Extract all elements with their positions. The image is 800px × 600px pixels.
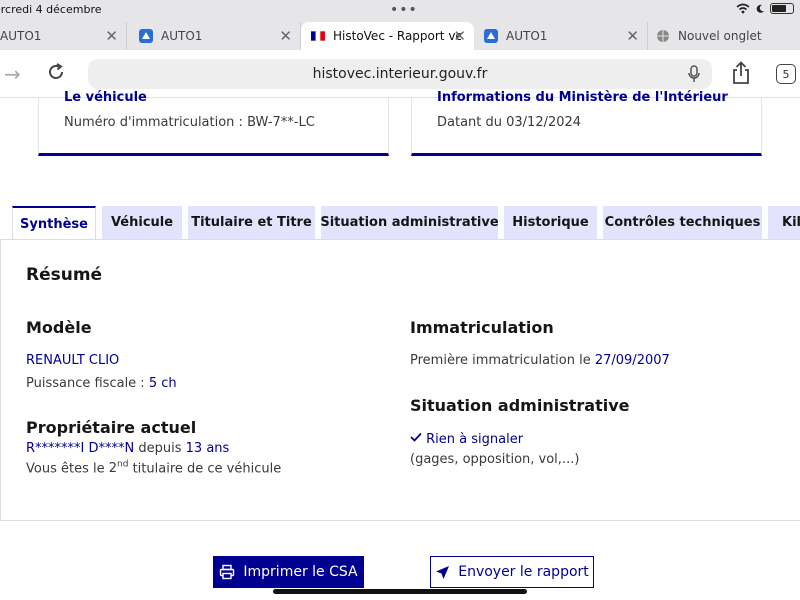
reload-icon[interactable] (46, 62, 66, 87)
tab-kilometrage[interactable]: Kilo (768, 206, 800, 239)
moon-icon (756, 4, 764, 13)
registration-number: Numéro d'immatriculation : BW-7**-LC (64, 115, 315, 130)
auto1-favicon-icon (139, 29, 153, 43)
model-heading: Modèle (26, 318, 92, 337)
auto1-favicon-icon (484, 29, 498, 43)
url-text: histovec.interieur.gouv.fr (312, 66, 488, 82)
tab-historique[interactable]: Historique (504, 206, 597, 239)
model-name: RENAULT CLIO (26, 353, 120, 368)
holder-prefix: Vous êtes le (26, 461, 105, 477)
vehicle-card-title: Le véhicule (64, 90, 147, 105)
report-tabs: Synthèse Véhicule Titulaire et Titre Sit… (0, 206, 800, 240)
ministry-card: Informations du Ministère de l'Intérieur… (411, 90, 762, 156)
multitask-dots-icon[interactable]: ••• (390, 2, 418, 18)
tab-count-button[interactable]: 5 (776, 64, 796, 84)
owner-heading: Propriétaire actuel (26, 418, 197, 437)
tab-vehicule[interactable]: Véhicule (102, 206, 182, 239)
checkmark-icon (410, 432, 422, 442)
status-right (736, 3, 794, 14)
first-registration: Première immatriculation le 27/09/2007 (410, 353, 670, 368)
browser-tab-4[interactable]: AUTO1 ✕ (474, 22, 648, 50)
owner-since-label: depuis (138, 441, 182, 456)
tab-label: AUTO1 (506, 29, 548, 43)
fiscal-power-label: Puissance fiscale : (26, 376, 145, 391)
tab-synthese[interactable]: Synthèse (12, 206, 96, 240)
french-flag-icon (311, 29, 325, 43)
wifi-icon (736, 3, 750, 14)
owner-name: R*******I D****N (26, 441, 135, 456)
browser-tab-bar: AUTO1 ✕ AUTO1 ✕ HistoVec - Rapport ve ✕ … (0, 20, 800, 50)
globe-icon (656, 29, 670, 43)
holder-rank: 2nd (108, 460, 129, 477)
status-date: ercredi 4 décembre (0, 3, 102, 16)
owner-line: R*******I D****N depuis 13 ans (26, 441, 229, 456)
tab-label: AUTO1 (161, 29, 203, 43)
close-icon[interactable]: ✕ (105, 27, 118, 45)
printer-icon (220, 564, 235, 580)
ministry-card-title: Informations du Ministère de l'Intérieur (437, 90, 728, 105)
browser-tab-new[interactable]: Nouvel onglet (648, 22, 800, 50)
close-icon[interactable]: ✕ (453, 27, 466, 45)
summary-title: Résumé (26, 265, 103, 285)
admin-details: (gages, opposition, vol,...) (410, 452, 580, 467)
admin-heading: Situation administrative (410, 396, 630, 415)
registration-heading: Immatriculation (410, 318, 554, 337)
admin-status: Rien à signaler (410, 432, 523, 447)
browser-tab-1[interactable]: AUTO1 ✕ (0, 22, 127, 50)
battery-icon (770, 3, 794, 14)
fiscal-power-value: 5 ch (148, 376, 177, 391)
status-bar: ercredi 4 décembre ••• (0, 0, 800, 20)
holder-suffix: titulaire de ce véhicule (132, 461, 282, 477)
close-icon[interactable]: ✕ (279, 27, 292, 45)
fiscal-power: Puissance fiscale : 5 ch (26, 376, 177, 391)
microphone-icon[interactable] (688, 65, 700, 87)
tab-controles-techniques[interactable]: Contrôles techniques (603, 206, 762, 239)
url-field[interactable]: histovec.interieur.gouv.fr (88, 59, 712, 89)
send-icon (436, 565, 450, 579)
tab-label: HistoVec - Rapport ve (333, 29, 461, 43)
admin-status-text: Rien à signaler (426, 432, 524, 447)
vehicle-card: Le véhicule Numéro d'immatriculation : B… (38, 90, 389, 156)
browser-tab-histovec[interactable]: HistoVec - Rapport ve ✕ (301, 22, 474, 50)
holder-rank-line: Vous êtes le 2nd titulaire de ce véhicul… (26, 460, 281, 476)
tab-label: Nouvel onglet (678, 29, 762, 43)
close-icon[interactable]: ✕ (626, 27, 639, 45)
data-date: Datant du 03/12/2024 (437, 115, 582, 130)
tab-situation-administrative[interactable]: Situation administrative (321, 206, 498, 239)
send-report-label: Envoyer le rapport (458, 564, 589, 580)
home-indicator[interactable] (273, 589, 527, 594)
tab-titulaire[interactable]: Titulaire et Titre (188, 206, 315, 239)
share-icon[interactable] (730, 61, 752, 89)
owner-since-value: 13 ans (185, 441, 230, 456)
browser-tab-2[interactable]: AUTO1 ✕ (127, 22, 301, 50)
send-report-button[interactable]: Envoyer le rapport (430, 556, 594, 588)
print-csa-button[interactable]: Imprimer le CSA (213, 556, 364, 588)
print-csa-label: Imprimer le CSA (243, 564, 358, 580)
tab-label: AUTO1 (0, 29, 42, 43)
first-registration-label: Première immatriculation le (410, 353, 591, 368)
forward-arrow-icon[interactable]: → (4, 62, 21, 86)
first-registration-date: 27/09/2007 (594, 353, 670, 368)
